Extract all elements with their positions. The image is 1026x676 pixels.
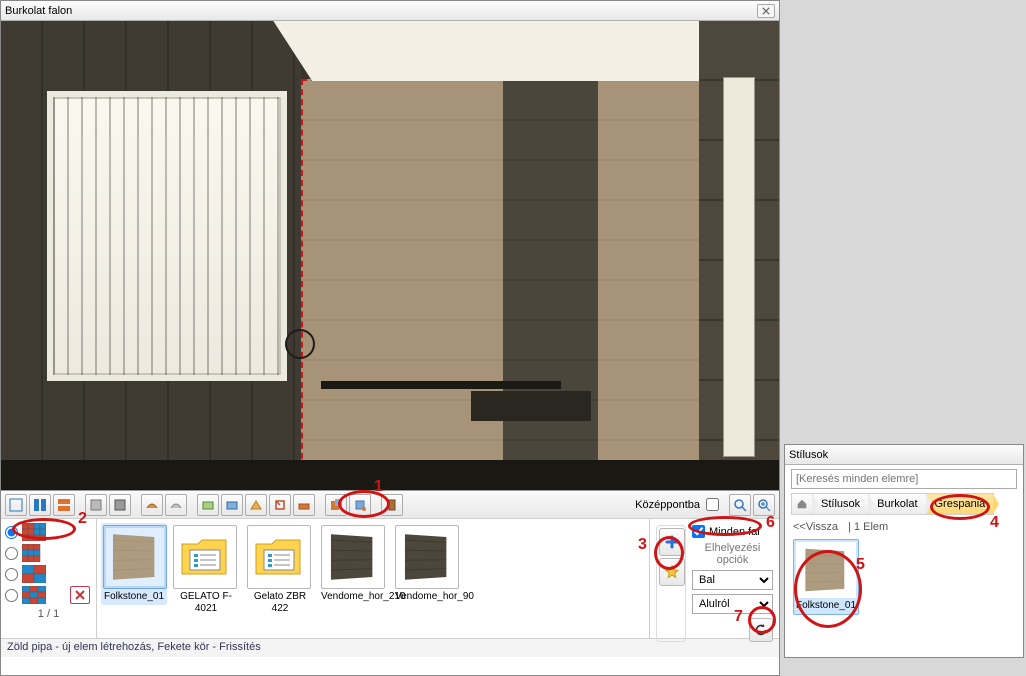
search-input[interactable] xyxy=(791,469,1017,489)
tool-zoom-icon[interactable] xyxy=(729,494,751,516)
tool-button-14[interactable] xyxy=(349,494,371,516)
thumb-folkstone[interactable]: Folkstone_01 xyxy=(101,523,167,605)
grid-icon-d xyxy=(22,586,46,604)
panel-titlebar: Stílusok xyxy=(785,445,1023,465)
tool-button-12[interactable] xyxy=(293,494,315,516)
breadcrumb-3[interactable]: Grespania xyxy=(927,493,995,515)
mode-column: 1 / 1 xyxy=(1,519,97,638)
all-walls-label: Minden fal xyxy=(709,526,760,538)
search-row xyxy=(791,469,1017,489)
toolbar: Középpontba xyxy=(1,491,779,519)
folder-icon xyxy=(254,536,304,578)
count-label: | 1 Elem xyxy=(848,521,888,533)
vertical-buttons xyxy=(656,525,686,642)
x-icon xyxy=(75,590,85,600)
status-text: Zöld pipa - új elem létrehozás, Fekete k… xyxy=(7,641,261,653)
magnifier-plus-icon xyxy=(757,498,771,512)
breadcrumb: Stílusok Burkolat Grespania xyxy=(791,493,1017,515)
tool-button-7[interactable] xyxy=(165,494,187,516)
from-select[interactable]: Alulról xyxy=(692,594,773,614)
center-checkbox[interactable] xyxy=(706,498,719,511)
align-select[interactable]: Bal xyxy=(692,570,773,590)
fav-button[interactable] xyxy=(659,558,685,586)
grid-icon-c xyxy=(22,565,46,583)
add-button[interactable] xyxy=(659,528,685,556)
tool-button-4[interactable] xyxy=(85,494,107,516)
home-icon xyxy=(796,498,808,510)
page-counter: 1 / 1 xyxy=(5,608,92,620)
tool-zoom2-icon[interactable] xyxy=(753,494,775,516)
side-column: Minden fal Elhelyezési opciók Bal Alulró… xyxy=(649,519,779,638)
breadcrumb-home[interactable] xyxy=(791,493,813,515)
close-icon xyxy=(762,7,770,15)
tool-button-1[interactable] xyxy=(5,494,27,516)
thumb-gelato-zbr[interactable]: Gelato ZBR 422 xyxy=(247,525,313,615)
tool-button-2[interactable] xyxy=(29,494,51,516)
tool-button-11[interactable] xyxy=(269,494,291,516)
tool-button-5[interactable] xyxy=(109,494,131,516)
tool-button-10[interactable] xyxy=(245,494,267,516)
tool-button-8[interactable] xyxy=(197,494,219,516)
tool-button-13[interactable] xyxy=(325,494,347,516)
viewport-3d[interactable] xyxy=(1,21,779,491)
close-button[interactable] xyxy=(757,4,775,18)
tool-button-3[interactable] xyxy=(53,494,75,516)
main-window: Burkolat falon xyxy=(0,0,780,676)
center-label: Középpontba xyxy=(635,499,700,511)
back-link[interactable]: <<Vissza xyxy=(793,521,838,533)
mode-radio-3[interactable] xyxy=(5,568,18,581)
tool-button-15[interactable] xyxy=(381,494,403,516)
refresh-button[interactable] xyxy=(749,618,773,642)
mode-radio-1[interactable] xyxy=(5,526,18,539)
thumb-gelato-f[interactable]: GELATO F-4021 xyxy=(173,525,239,615)
breadcrumb-1[interactable]: Stílusok xyxy=(813,493,869,515)
magnifier-icon xyxy=(733,498,747,512)
window-title: Burkolat falon xyxy=(5,5,757,17)
grid-icon-a xyxy=(22,523,46,541)
options-title: Elhelyezési opciók xyxy=(692,542,773,566)
tool-button-9[interactable] xyxy=(221,494,243,516)
refresh-icon xyxy=(754,623,768,637)
delete-button[interactable] xyxy=(70,586,90,604)
styles-panel: Stílusok Stílusok Burkolat Grespania <<V… xyxy=(784,444,1024,658)
thumb-vendome-210[interactable]: Vendome_hor_210 xyxy=(321,525,387,603)
style-item-folkstone[interactable]: Folkstone_01 xyxy=(793,539,859,615)
panel-title: Stílusok xyxy=(789,449,1019,461)
mode-radio-2[interactable] xyxy=(5,547,18,560)
folder-icon xyxy=(180,536,230,578)
scene xyxy=(1,21,779,490)
breadcrumb-2[interactable]: Burkolat xyxy=(869,493,926,515)
grid-icon-b xyxy=(22,544,46,562)
thumbnail-strip: Folkstone_01 GELATO F-4021 xyxy=(97,519,649,638)
star-icon xyxy=(665,565,679,579)
mode-radio-4[interactable] xyxy=(5,589,18,602)
titlebar: Burkolat falon xyxy=(1,1,779,21)
browser: 1 / 1 Folkstone_01 GELATO F-4021 xyxy=(1,519,779,639)
thumb-vendome-90[interactable]: Vendome_hor_90 xyxy=(395,525,461,603)
tool-button-6[interactable] xyxy=(141,494,163,516)
all-walls-checkbox[interactable] xyxy=(692,525,705,538)
plus-icon xyxy=(665,535,679,549)
